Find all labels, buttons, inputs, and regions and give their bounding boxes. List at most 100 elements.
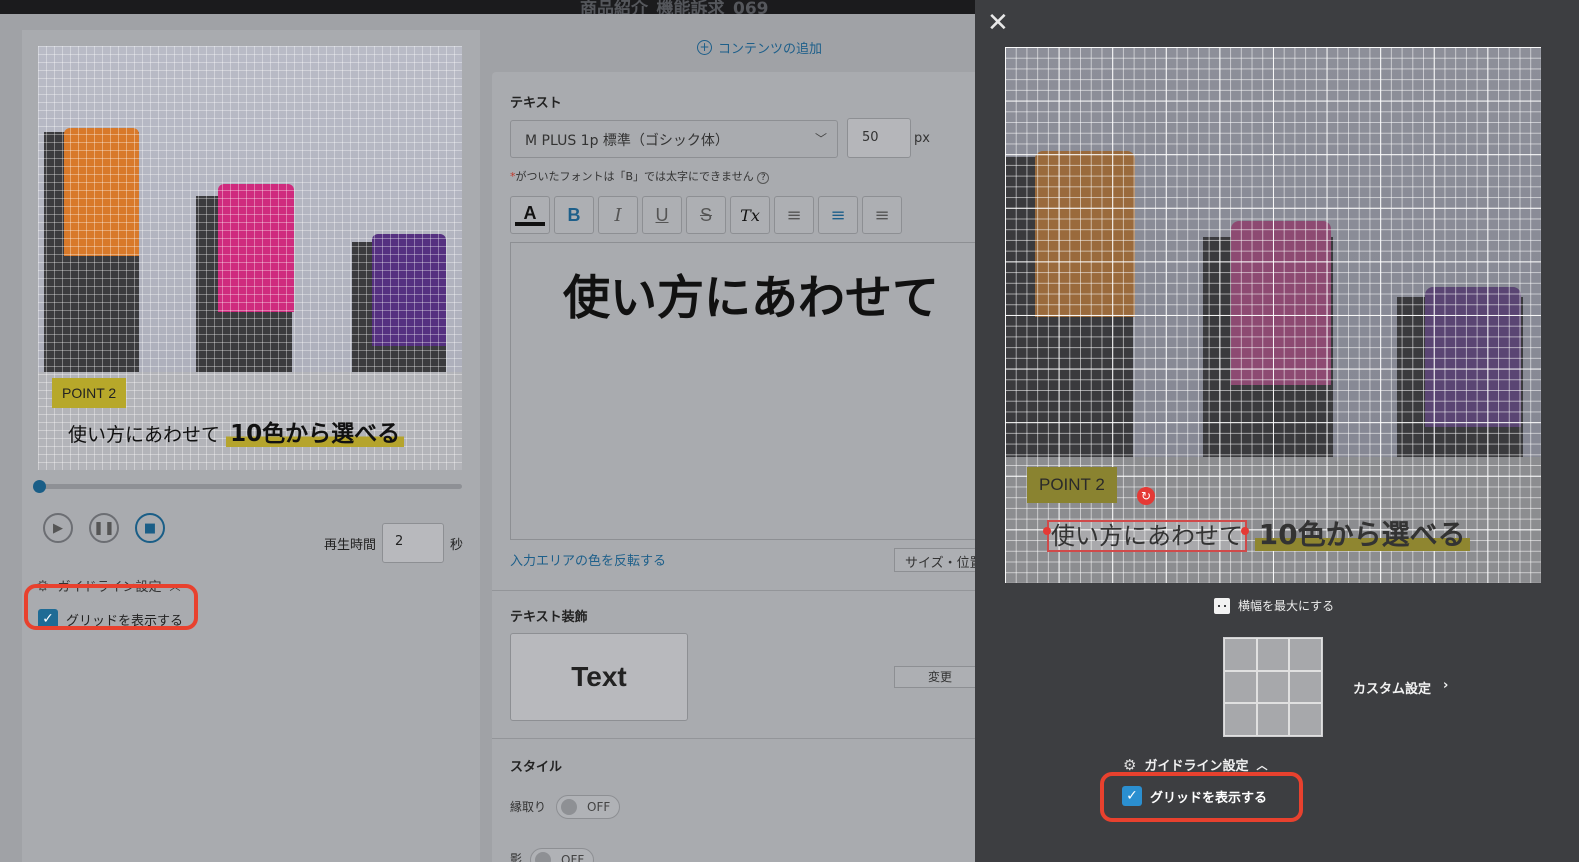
help-icon[interactable]: ? (757, 172, 770, 184)
note-text: がついたフォントは「B」では太字にできません (515, 170, 754, 183)
shadow-toggle[interactable]: OFF (530, 848, 594, 862)
font-color-icon: A (523, 203, 537, 223)
resize-handle-right[interactable] (1241, 527, 1249, 535)
align-left-icon: ≡ (786, 204, 802, 226)
align-left-button[interactable]: ≡ (774, 196, 814, 234)
format-toolbar: A B I U S Tx ≡ ≡ ≡ (510, 196, 902, 234)
playback-time-input[interactable]: 2 (382, 523, 444, 563)
playback-time-label: 再生時間 (324, 538, 377, 553)
chevron-down-icon: ﹀ (814, 132, 827, 146)
preview-panel: POINT 2 使い方にあわせて 10色から選べる ▶ ❚❚ ■ 再生時間 2 … (22, 30, 480, 862)
canvas-point-badge[interactable]: POINT 2 (1027, 467, 1117, 503)
modal-highlight-box (1100, 772, 1303, 822)
add-circle-icon: + (697, 40, 712, 55)
outline-toggle-state: OFF (587, 800, 611, 814)
caption-plain: 使い方にあわせて (68, 424, 221, 446)
product-photo (38, 46, 462, 372)
color-swatch (515, 222, 545, 226)
preset-cell (1224, 638, 1257, 671)
preview-caption: 使い方にあわせて 10色から選べる (68, 414, 405, 448)
grid-canvas[interactable]: POINT 2 ↻ 使い方にあわせて 10色から選べる (1005, 47, 1541, 583)
seek-knob[interactable] (33, 480, 46, 493)
align-center-button[interactable]: ≡ (818, 196, 858, 234)
italic-button[interactable]: I (598, 196, 638, 234)
video-preview[interactable]: POINT 2 使い方にあわせて 10色から選べる (38, 46, 462, 470)
grid-preset-thumbnail[interactable] (1223, 637, 1323, 737)
change-button[interactable]: 変更 (894, 666, 985, 688)
playback-time-unit: 秒 (450, 538, 464, 553)
preset-cell (1256, 703, 1290, 736)
font-select-value: M PLUS 1p 標準（ゴシック体） (525, 133, 729, 149)
page-title: 商品紹介_機能訴求_069 (580, 0, 769, 14)
shadow-label: 影 (510, 852, 523, 862)
add-content-label: コンテンツの追加 (718, 42, 823, 57)
chevron-up-icon: ︿ (1256, 758, 1268, 772)
clear-format-icon: Tx (740, 205, 760, 225)
orange-marker-cap (64, 128, 139, 256)
bold-icon: B (567, 204, 581, 225)
text-deco-preview: Text (510, 633, 688, 721)
align-center-icon: ≡ (830, 204, 846, 226)
pause-icon: ❚❚ (93, 520, 115, 536)
preset-cell (1289, 703, 1322, 736)
toggle-knob (535, 852, 551, 862)
bold-button[interactable]: B (554, 196, 594, 234)
size-position-button[interactable]: サイズ・位置 (894, 548, 985, 572)
preset-cell (1224, 670, 1257, 704)
preset-cell (1256, 638, 1290, 671)
strikethrough-button[interactable]: S (686, 196, 726, 234)
max-width-label: 横幅を最大にする (1238, 599, 1335, 613)
outline-label: 縁取り (510, 800, 547, 814)
font-size-unit: px (914, 131, 930, 146)
text-input-area[interactable]: 使い方にあわせて (510, 242, 985, 540)
play-icon: ▶ (53, 520, 63, 536)
font-select[interactable]: M PLUS 1p 標準（ゴシック体） ﹀ (510, 120, 838, 158)
purple-marker-cap (372, 234, 446, 346)
text-section-title: テキスト (510, 96, 562, 111)
resize-handle-left[interactable] (1043, 527, 1051, 535)
align-right-button[interactable]: ≡ (862, 196, 902, 234)
custom-settings-label: カスタム設定 (1353, 682, 1432, 697)
chevron-right-icon: › (1443, 678, 1449, 693)
selected-text[interactable]: 使い方にあわせて (1047, 520, 1247, 552)
highlight-box (24, 584, 198, 630)
underline-icon: U (655, 204, 669, 225)
font-note: *がついたフォントは「B」では太字にできません ? (510, 168, 770, 184)
outline-toggle[interactable]: OFF (556, 795, 620, 819)
rotate-icon[interactable]: ↻ (1137, 487, 1155, 505)
gear-icon: ⚙ (1123, 755, 1137, 774)
canvas-caption[interactable]: 使い方にあわせて 10色から選べる (1047, 513, 1470, 553)
max-width-button[interactable]: 横幅を最大にする (1214, 597, 1334, 614)
point-badge: POINT 2 (52, 378, 127, 408)
toggle-knob (561, 799, 577, 815)
preset-cell (1289, 670, 1322, 704)
invert-color-link[interactable]: 入力エリアの色を反転する (510, 550, 666, 569)
text-deco-title: テキスト装飾 (510, 610, 588, 625)
section-divider (492, 590, 985, 591)
pause-button[interactable]: ❚❚ (89, 513, 119, 543)
section-divider (492, 738, 985, 739)
caption-highlight: 10色から選べる (226, 421, 405, 447)
play-button[interactable]: ▶ (43, 513, 73, 543)
align-right-icon: ≡ (874, 204, 890, 226)
style-section-title: スタイル (510, 760, 563, 775)
italic-icon: I (614, 204, 622, 226)
stop-button[interactable]: ■ (135, 513, 165, 543)
close-icon[interactable]: ✕ (987, 8, 1009, 38)
text-input-content: 使い方にあわせて (563, 271, 939, 326)
clear-format-button[interactable]: Tx (730, 196, 770, 234)
expand-width-icon (1214, 597, 1230, 614)
preset-cell (1289, 638, 1322, 671)
strikethrough-icon: S (699, 204, 712, 225)
canvas-caption-highlight: 10色から選べる (1254, 518, 1470, 551)
custom-settings-link[interactable]: カスタム設定 › (1353, 678, 1448, 697)
font-color-button[interactable]: A (510, 196, 550, 234)
title-bar: 商品紹介_機能訴求_069 (0, 0, 985, 14)
shadow-toggle-state: OFF (561, 853, 585, 862)
font-size-input[interactable]: 50 (847, 118, 911, 158)
add-content-link[interactable]: + コンテンツの追加 (697, 38, 822, 57)
stop-icon: ■ (143, 520, 157, 536)
seek-bar[interactable] (33, 480, 462, 493)
underline-button[interactable]: U (642, 196, 682, 234)
pink-marker-cap (218, 184, 294, 312)
